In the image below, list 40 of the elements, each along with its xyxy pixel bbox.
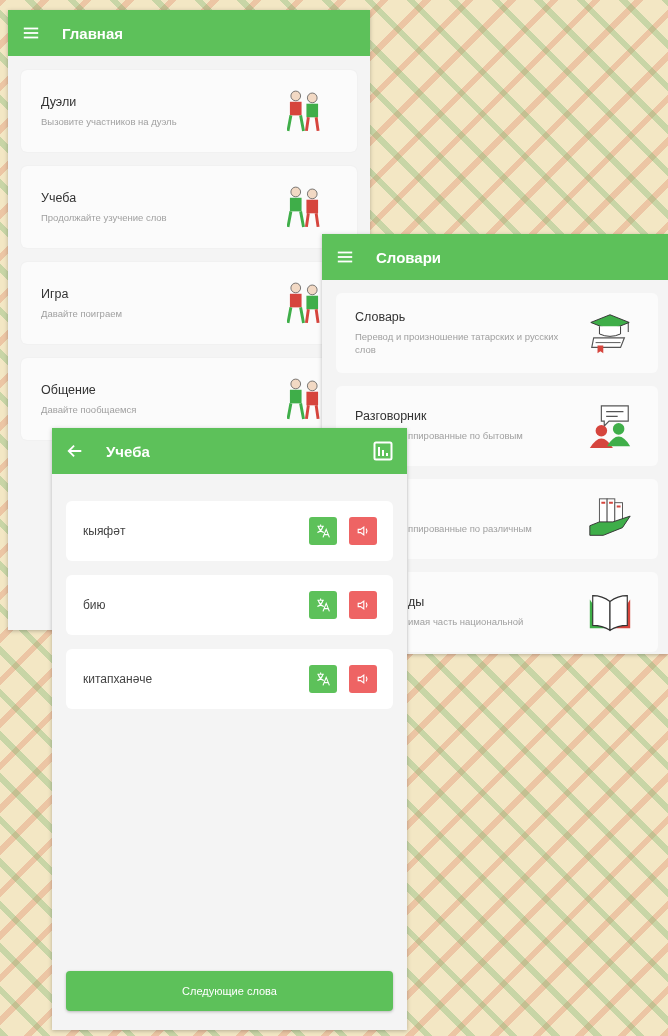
sound-button[interactable] [349,517,377,545]
people-drawing [287,90,321,132]
word-text: кыяфәт [83,524,127,538]
bar-chart-icon[interactable] [373,441,393,461]
card-title: Учеба [41,191,78,205]
menu-card[interactable]: Дуэли Вызовите участников на дуэль [21,70,357,152]
translate-icon [315,671,331,687]
card-subtitle: Продолжайте узучение слов [41,212,168,223]
sound-button[interactable] [349,591,377,619]
translate-icon [315,597,331,613]
word-text: китапханәче [83,672,154,686]
people-drawing [287,186,321,228]
card-subtitle: Давайте пообщаемся [41,404,138,415]
translate-button[interactable] [309,517,337,545]
menu-card[interactable]: Словарь Перевод и произношение татарских и русских слов [336,293,658,373]
card-title: Общение [41,383,97,397]
card-subtitle: Вызовите участников на дуэль [41,116,178,127]
card-subtitle: ппированные по различным [408,523,533,536]
word-text: бию [83,598,107,612]
card-subtitle: имая часть национальной [408,616,525,629]
screen-title: Учеба [106,442,150,460]
translate-button[interactable] [309,665,337,693]
card-subtitle: ппированные по бытовым [408,430,524,443]
card-title: ды [408,595,426,610]
back-arrow-icon[interactable] [66,442,84,460]
translate-button[interactable] [309,591,337,619]
menu-card[interactable]: ды имая часть национальной [408,572,658,652]
card-subtitle: Давайте поиграем [41,308,123,319]
translate-icon [315,523,331,539]
card-title: Дуэли [41,95,78,109]
card-title: Словарь [355,310,407,325]
menu-card[interactable]: Учеба Продолжайте узучение слов [21,166,357,248]
card-title: Игра [41,287,70,301]
sound-button[interactable] [349,665,377,693]
people-drawing [287,378,321,420]
card-title: Разговорник [355,409,428,424]
screen-title: Словари [376,248,442,266]
people-drawing [287,282,321,324]
screen-title: Главная [62,24,123,42]
card-subtitle: Перевод и произношение татарских и русских слов [355,331,560,356]
